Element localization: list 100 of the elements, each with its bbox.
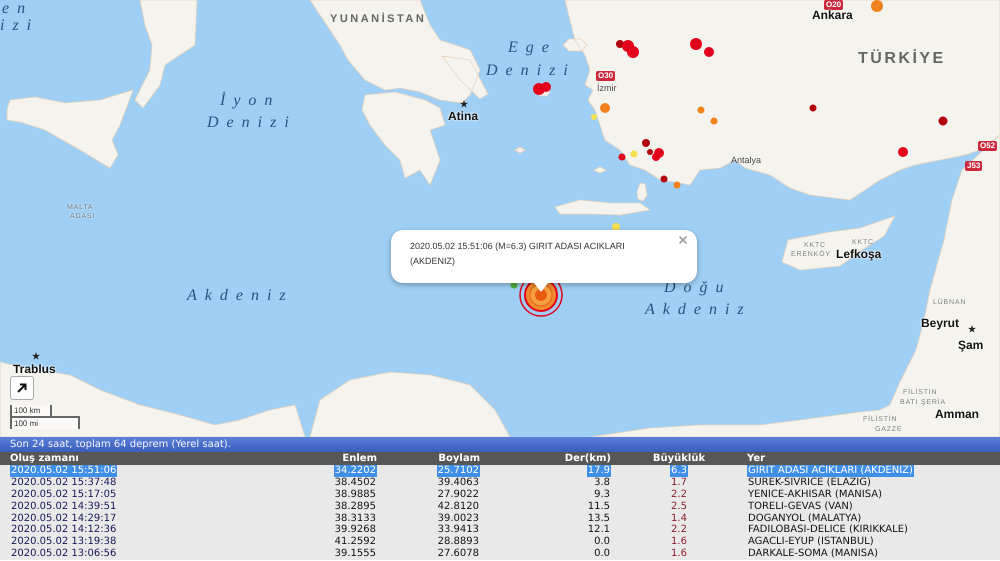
column-header: Der(km): [564, 452, 611, 465]
sea-label: Akdeniz: [645, 301, 752, 319]
table-cell: 0.0: [593, 536, 611, 548]
earthquake-marker-icon[interactable]: [690, 38, 702, 50]
column-header: Oluş zamanı: [10, 452, 79, 465]
table-cell: 17.9: [586, 465, 611, 477]
close-icon[interactable]: [679, 236, 687, 244]
earthquake-marker-icon[interactable]: [541, 82, 551, 92]
table-cell: 2020.05.02 13:19:38: [10, 536, 118, 548]
earthquake-marker-icon[interactable]: [591, 114, 597, 120]
table-cell: 38.9885: [334, 488, 377, 501]
city-label: Amman: [935, 408, 980, 421]
table-cell: 38.3133: [334, 512, 377, 524]
scale-bar: 100 km: [10, 405, 52, 418]
table-row[interactable]: 2020.05.02 14:39:51 38.2895 42.8120 11.5 2.5 TORELI-GEVAS (VAN): [0, 500, 1000, 512]
earthquake-marker-icon[interactable]: [674, 182, 680, 188]
table-row[interactable]: 2020.05.02 15:17:05 38.9885 27.9022 9.3 2.2 YENICE-AKHISAR (MANISA): [0, 488, 1000, 501]
table-cell: 2020.05.02 15:51:06: [10, 465, 118, 477]
earthquake-marker-icon[interactable]: [618, 154, 626, 160]
earthquake-marker-icon[interactable]: [704, 47, 714, 57]
earthquake-marker-icon[interactable]: [810, 104, 816, 112]
table-caption: Son 24 saat, toplam 64 deprem (Yerel saat).: [0, 437, 1000, 452]
column-header: Yer: [747, 452, 766, 465]
column-header: Büyüklük: [652, 452, 706, 465]
table-cell: 1.4: [670, 512, 688, 524]
earthquake-marker-icon[interactable]: [871, 0, 883, 12]
table-cell: 39.1555: [334, 548, 377, 560]
table-cell: 27.6078: [436, 548, 480, 560]
country-label: YUNANİSTAN: [330, 12, 426, 27]
earthquake-marker-icon[interactable]: [652, 153, 660, 161]
table-row[interactable]: 2020.05.02 13:19:38 41.2592 28.8893 0.0 1.6 AGACLI-EYUP (ISTANBUL): [0, 536, 1000, 548]
road-label: O52: [978, 141, 998, 151]
earthquake-marker-icon[interactable]: [660, 176, 668, 182]
table-row[interactable]: 2020.05.02 14:29:17 38.3133 39.0023 13.5 1.4 DOGANYOL (MALATYA): [0, 512, 1000, 524]
table-cell: GIRIT ADASI ACIKLARI (AKDENIZ): [747, 465, 914, 477]
table-cell: 39.9268: [334, 524, 377, 536]
table-cell: 2020.05.02 14:12:36: [10, 524, 118, 536]
earthquake-marker-icon[interactable]: [710, 118, 718, 124]
table-cell-text: FADILOBASI-DELICE (KIRIKKALE): [747, 524, 909, 536]
table-cell: 39.4063: [436, 476, 480, 489]
column-header: Boylam: [438, 452, 480, 465]
table-row[interactable]: 2020.05.02 14:12:36 39.9268 33.9413 12.1 2.2 FADILOBASI-DELICE (KIRIKKALE): [0, 524, 1000, 536]
table-cell: DARKALE-SOMA (MANISA): [747, 548, 879, 560]
table-cell: 2020.05.02 14:29:17: [10, 512, 118, 524]
sea-label: İyon: [220, 92, 280, 110]
table-cell: 6.3: [670, 465, 688, 477]
table-cell: 13.5: [586, 512, 611, 524]
table-row[interactable]: 2020.05.02 13:06:56 39.1555 27.6078 0.0 1.6 DARKALE-SOMA (MANISA): [0, 548, 1000, 560]
road-label: O20: [824, 0, 844, 10]
table-cell: 38.2895: [334, 500, 377, 512]
table-cell: 34.2202: [334, 465, 377, 477]
table-cell: 0.0: [593, 548, 611, 560]
table-cell: 2020.05.02 14:39:51: [10, 500, 118, 512]
table-cell: SUREK-SIVRICE (ELAZIG): [747, 476, 872, 489]
road-label: O30: [596, 71, 616, 81]
sea-label: Akdeniz: [187, 287, 294, 305]
city-label: Lefkoşa: [836, 248, 882, 261]
expand-button[interactable]: [10, 376, 34, 400]
table-cell: 2.2: [670, 524, 688, 536]
earthquake-marker-icon[interactable]: [642, 139, 650, 147]
city-label: Şam: [958, 339, 984, 352]
table-cell: 38.4502: [334, 476, 377, 489]
earthquake-marker-icon[interactable]: [630, 150, 638, 158]
road-label: J53: [965, 161, 982, 171]
sea-label: Ege: [508, 39, 557, 57]
table-cell: 2020.05.02 13:06:56: [10, 548, 118, 560]
table-row[interactable]: 2020.05.02 15:37:48 38.4502 39.4063 3.8 1.7 SUREK-SIVRICE (ELAZIG): [0, 476, 1000, 489]
scale-bar: 100 mi: [10, 416, 80, 429]
table-cell: 2.5: [670, 500, 688, 512]
town-label: Antalya: [731, 155, 762, 165]
arrow-icon: [16, 382, 28, 394]
earthquake-marker-icon[interactable]: [698, 106, 704, 114]
earthquake-marker-icon[interactable]: [600, 103, 610, 113]
table-cell: 27.9022: [436, 488, 480, 501]
earthquake-marker-icon[interactable]: [898, 147, 908, 157]
city-label: Trablus: [13, 363, 56, 376]
table-cell: 1.6: [670, 536, 688, 548]
table-cell: 25.7102: [436, 465, 480, 477]
table-cell: 1.7: [670, 476, 688, 489]
table-cell-text: DOGANYOL (MALATYA): [747, 512, 862, 524]
city-label: Atina: [448, 110, 478, 123]
table-cell: 41.2592: [334, 536, 377, 548]
earthquake-marker-icon[interactable]: [647, 149, 653, 155]
table-cell: 9.3: [593, 488, 611, 501]
table-cell: 33.9413: [436, 524, 480, 536]
sea-label: Denizi: [486, 62, 576, 80]
table-cell: 2020.05.02 15:37:48: [10, 476, 118, 489]
country-label: TÜRKİYE: [858, 50, 946, 68]
popup-text: 2020.05.02 15:51:06 (M=6.3) GIRIT ADASI ACIKLARI (AKDENIZ): [410, 240, 626, 268]
earthquake-marker-icon[interactable]: [627, 46, 639, 58]
earthquake-marker-icon[interactable]: [612, 223, 620, 231]
sea-label: Denizi: [207, 114, 297, 132]
table-cell: 11.5: [586, 500, 611, 512]
table-cell: 3.8: [593, 476, 611, 489]
table-cell: 42.8120: [436, 500, 480, 512]
earthquake-marker-icon[interactable]: [938, 116, 948, 126]
table-cell: YENICE-AKHISAR (MANISA): [747, 488, 883, 501]
sea-label: en: [2, 0, 34, 18]
table-cell: TORELI-GEVAS (VAN): [747, 500, 854, 512]
city-label: Beyrut: [921, 317, 960, 330]
